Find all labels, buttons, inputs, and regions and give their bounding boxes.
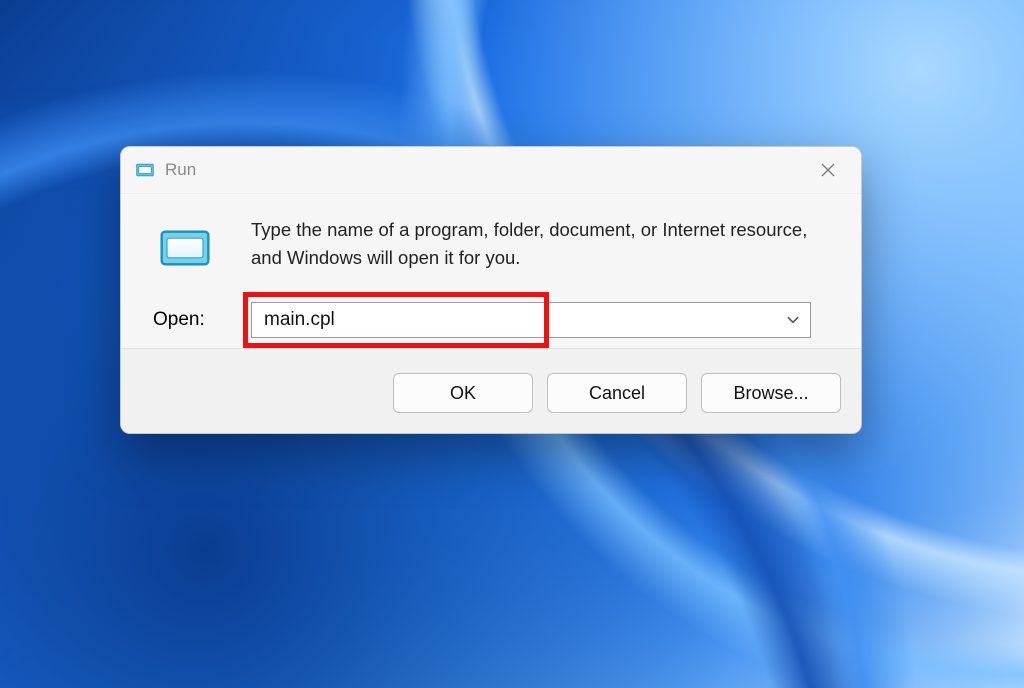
dialog-body: Type the name of a program, folder, docu… <box>121 194 861 348</box>
open-label: Open: <box>153 309 233 331</box>
dialog-buttons: OK Cancel Browse... <box>121 348 861 433</box>
run-dialog: Run <box>120 146 862 434</box>
run-large-icon <box>157 220 213 276</box>
close-button[interactable] <box>805 147 851 193</box>
dialog-description: Type the name of a program, folder, docu… <box>251 216 829 272</box>
open-input[interactable] <box>252 303 776 337</box>
open-field-container <box>251 302 829 338</box>
window-title: Run <box>165 160 196 180</box>
run-app-icon <box>135 160 155 180</box>
cancel-button[interactable]: Cancel <box>547 373 687 413</box>
dropdown-button[interactable] <box>776 303 810 337</box>
browse-button[interactable]: Browse... <box>701 373 841 413</box>
chevron-down-icon <box>786 313 800 327</box>
ok-button[interactable]: OK <box>393 373 533 413</box>
desktop-background: Run <box>0 0 1024 688</box>
close-icon <box>820 162 836 178</box>
open-combobox[interactable] <box>251 302 811 338</box>
titlebar: Run <box>121 147 861 194</box>
